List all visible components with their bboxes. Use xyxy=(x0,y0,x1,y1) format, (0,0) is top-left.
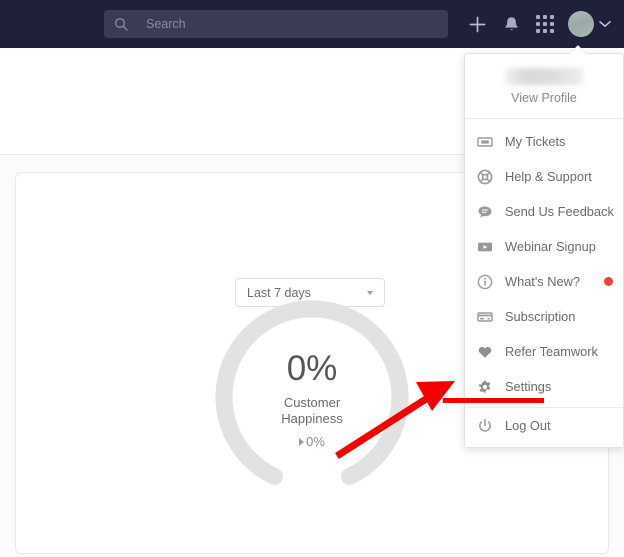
status-badge xyxy=(604,277,613,286)
annotation-underline xyxy=(443,398,544,403)
heart-icon xyxy=(476,343,494,361)
credit-card-icon xyxy=(476,308,494,326)
app-switcher-button[interactable] xyxy=(528,0,562,48)
plus-icon xyxy=(469,16,486,33)
menu-item-log-out[interactable]: Log Out xyxy=(465,408,623,443)
app-root: Last 7 days 0% Customer Happiness 0% xyxy=(0,0,624,557)
menu-item-label: Settings xyxy=(505,379,552,394)
user-avatar[interactable] xyxy=(568,11,594,37)
menu-item-label: My Tickets xyxy=(505,134,566,149)
ticket-icon xyxy=(476,133,494,151)
user-dropdown-menu: View Profile My Tickets Help & Support S… xyxy=(464,46,624,448)
date-range-label: Last 7 days xyxy=(247,285,311,300)
customer-happiness-gauge: 0% Customer Happiness 0% xyxy=(215,300,409,494)
menu-item-label: Help & Support xyxy=(505,169,592,184)
chevron-down-icon xyxy=(599,15,611,33)
menu-item-webinar-signup[interactable]: Webinar Signup xyxy=(465,229,623,264)
triangle-right-icon xyxy=(299,437,305,446)
gauge-value: 0% xyxy=(286,348,338,388)
search-input[interactable] xyxy=(128,17,438,31)
menu-item-subscription[interactable]: Subscription xyxy=(465,299,623,334)
menu-item-refer-teamwork[interactable]: Refer Teamwork xyxy=(465,334,623,369)
menu-item-my-tickets[interactable]: My Tickets xyxy=(465,124,623,159)
menu-item-label: Subscription xyxy=(505,309,576,324)
search-icon xyxy=(114,17,128,31)
user-menu-chevron[interactable] xyxy=(594,0,616,48)
power-icon xyxy=(476,417,494,435)
gauge-title: Customer Happiness xyxy=(281,394,343,426)
info-circle-icon xyxy=(476,273,494,291)
speech-bubble-icon xyxy=(476,203,494,221)
menu-profile-section: View Profile xyxy=(465,54,623,119)
gauge-center: 0% Customer Happiness 0% xyxy=(215,300,409,494)
notifications-button[interactable] xyxy=(494,0,528,48)
search-box[interactable] xyxy=(104,10,448,38)
lifebuoy-icon xyxy=(476,168,494,186)
gauge-trend: 0% xyxy=(299,434,325,449)
view-profile-link[interactable]: View Profile xyxy=(465,91,623,105)
gauge-trend-label: 0% xyxy=(306,434,325,450)
add-button[interactable] xyxy=(460,0,494,48)
menu-item-label: Webinar Signup xyxy=(505,239,596,254)
menu-item-label: What's New? xyxy=(505,274,580,289)
user-name-redacted xyxy=(505,68,583,85)
chevron-down-icon xyxy=(367,290,373,295)
menu-item-label: Send Us Feedback xyxy=(505,204,614,219)
gear-icon xyxy=(476,378,494,396)
video-play-icon xyxy=(476,238,494,256)
top-navbar xyxy=(0,0,624,48)
grid-apps-icon xyxy=(536,15,554,33)
bell-icon xyxy=(504,16,519,33)
navbar-actions xyxy=(460,0,616,48)
menu-item-whats-new[interactable]: What's New? xyxy=(465,264,623,299)
menu-item-help-support[interactable]: Help & Support xyxy=(465,159,623,194)
menu-item-label: Refer Teamwork xyxy=(505,344,598,359)
menu-item-label: Log Out xyxy=(505,418,551,433)
menu-pointer-arrow xyxy=(569,46,587,55)
menu-item-send-us-feedback[interactable]: Send Us Feedback xyxy=(465,194,623,229)
